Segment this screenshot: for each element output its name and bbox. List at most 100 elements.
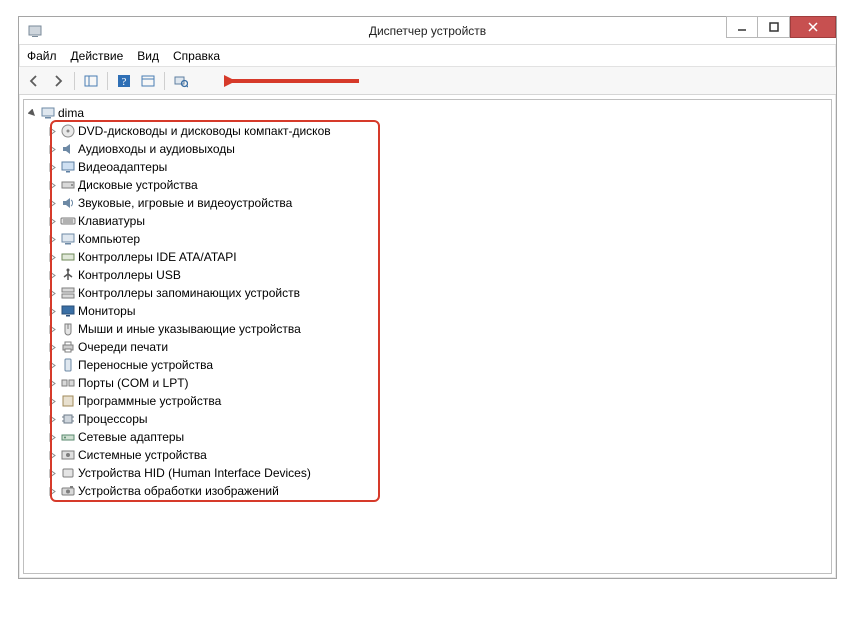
audio-icon [60,141,76,157]
tree-category-node[interactable]: Дисковые устройства [46,176,829,194]
printer-icon [60,339,76,355]
forward-button[interactable] [47,70,69,92]
window-icon [27,23,43,39]
tree-category-node[interactable]: Аудиовходы и аудиовыходы [46,140,829,158]
expand-icon[interactable] [46,415,58,424]
tree-category-label: Процессоры [78,412,148,426]
expand-icon[interactable] [46,379,58,388]
window-title: Диспетчер устройств [19,24,836,38]
tree-category-label: Переносные устройства [78,358,213,372]
toolbar-separator [107,72,108,90]
tree-category-node[interactable]: Видеоадаптеры [46,158,829,176]
annotation-arrow [224,71,364,91]
tree-category-node[interactable]: Мониторы [46,302,829,320]
expand-icon[interactable] [46,451,58,460]
help-button[interactable]: ? [113,70,135,92]
tree-category-node[interactable]: Программные устройства [46,392,829,410]
properties-button[interactable] [137,70,159,92]
tree-category-node[interactable]: Контроллеры запоминающих устройств [46,284,829,302]
collapse-icon[interactable] [26,109,38,118]
expand-icon[interactable] [46,127,58,136]
window-controls [726,17,836,44]
tree-category-node[interactable]: Процессоры [46,410,829,428]
expand-icon[interactable] [46,289,58,298]
tree-category-label: Видеоадаптеры [78,160,167,174]
portable-icon [60,357,76,373]
keyboard-icon [60,213,76,229]
tree-category-node[interactable]: Компьютер [46,230,829,248]
expand-icon[interactable] [46,325,58,334]
tree-category-label: Мониторы [78,304,135,318]
tree-category-node[interactable]: Звуковые, игровые и видеоустройства [46,194,829,212]
menu-file[interactable]: Файл [27,49,57,63]
tree-category-node[interactable]: Системные устройства [46,446,829,464]
toolbar-separator [74,72,75,90]
scan-hardware-button[interactable] [170,70,192,92]
tree-category-label: Устройства HID (Human Interface Devices) [78,466,311,480]
expand-icon[interactable] [46,253,58,262]
tree-category-node[interactable]: DVD-дисководы и дисководы компакт-дисков [46,122,829,140]
menu-view[interactable]: Вид [137,49,159,63]
system-icon [60,447,76,463]
computer-icon [40,105,56,121]
close-button[interactable] [790,16,836,38]
tree-category-label: DVD-дисководы и дисководы компакт-дисков [78,124,331,138]
usb-icon [60,267,76,283]
expand-icon[interactable] [46,487,58,496]
expand-icon[interactable] [46,307,58,316]
minimize-button[interactable] [726,16,758,38]
show-hide-console-tree-button[interactable] [80,70,102,92]
software-icon [60,393,76,409]
maximize-button[interactable] [758,16,790,38]
tree-category-node[interactable]: Сетевые адаптеры [46,428,829,446]
tree-category-label: Сетевые адаптеры [78,430,184,444]
network-icon [60,429,76,445]
imaging-icon [60,483,76,499]
ide-icon [60,249,76,265]
expand-icon[interactable] [46,433,58,442]
storage-icon [60,285,76,301]
tree-category-node[interactable]: Порты (COM и LPT) [46,374,829,392]
expand-icon[interactable] [46,397,58,406]
tree-category-label: Устройства обработки изображений [78,484,279,498]
svg-text:?: ? [122,76,127,88]
tree-category-node[interactable]: Контроллеры USB [46,266,829,284]
tree-category-node[interactable]: Контроллеры IDE ATA/ATAPI [46,248,829,266]
toolbar-separator [164,72,165,90]
tree-category-node[interactable]: Мыши и иные указывающие устройства [46,320,829,338]
mouse-icon [60,321,76,337]
tree-category-node[interactable]: Очереди печати [46,338,829,356]
expand-icon[interactable] [46,343,58,352]
tree-category-label: Контроллеры IDE ATA/ATAPI [78,250,237,264]
display-icon [60,159,76,175]
device-manager-window: Диспетчер устройств Файл Действие Вид Сп… [18,16,837,579]
device-tree[interactable]: dima DVD-дисководы и дисководы компакт-д… [23,99,832,574]
expand-icon[interactable] [46,181,58,190]
tree-category-label: Контроллеры USB [78,268,181,282]
drive-icon [60,177,76,193]
back-button[interactable] [23,70,45,92]
menubar: Файл Действие Вид Справка [19,45,836,67]
menu-help[interactable]: Справка [173,49,220,63]
tree-category-node[interactable]: Клавиатуры [46,212,829,230]
monitor-icon [60,303,76,319]
toolbar: ? [19,67,836,95]
tree-root-node[interactable]: dima [26,104,829,122]
tree-category-node[interactable]: Устройства обработки изображений [46,482,829,500]
expand-icon[interactable] [46,163,58,172]
computer-icon [60,231,76,247]
tree-category-label: Порты (COM и LPT) [78,376,189,390]
expand-icon[interactable] [46,361,58,370]
tree-category-label: Звуковые, игровые и видеоустройства [78,196,292,210]
expand-icon[interactable] [46,145,58,154]
tree-category-node[interactable]: Устройства HID (Human Interface Devices) [46,464,829,482]
expand-icon[interactable] [46,235,58,244]
menu-action[interactable]: Действие [71,49,124,63]
expand-icon[interactable] [46,469,58,478]
expand-icon[interactable] [46,217,58,226]
tree-category-label: Системные устройства [78,448,207,462]
expand-icon[interactable] [46,199,58,208]
tree-category-label: Мыши и иные указывающие устройства [78,322,301,336]
expand-icon[interactable] [46,271,58,280]
tree-category-node[interactable]: Переносные устройства [46,356,829,374]
